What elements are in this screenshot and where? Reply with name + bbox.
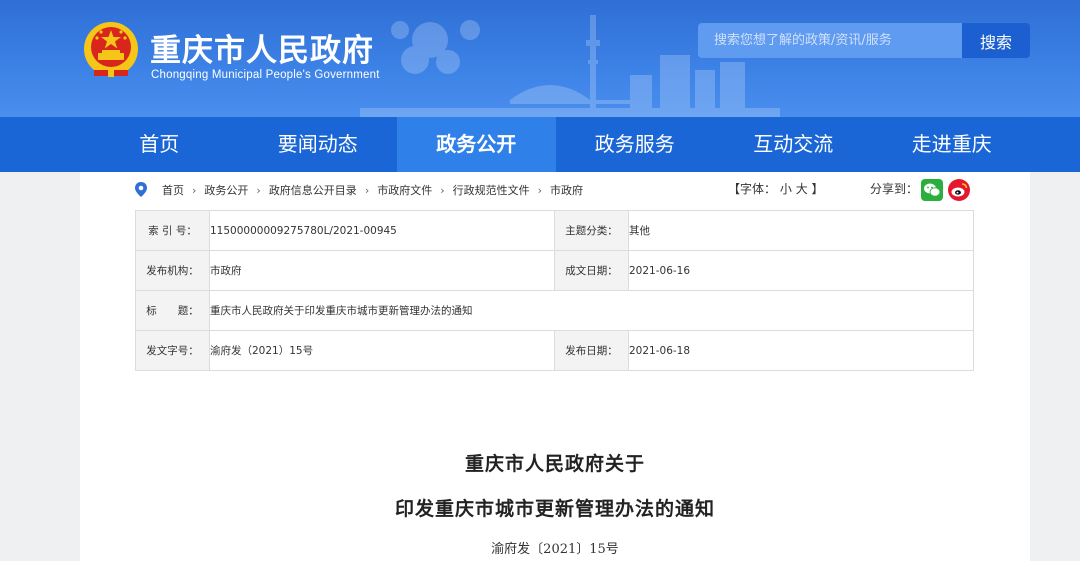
- site-title[interactable]: 重庆市人民政府: [150, 25, 374, 70]
- breadcrumb: 首页 › 政务公开 › 政府信息公开目录 › 市政府文件 › 行政规范性文件 ›…: [134, 182, 583, 198]
- wechat-share-icon[interactable]: [921, 179, 943, 201]
- breadcrumb-info-catalog[interactable]: 政府信息公开目录: [269, 182, 357, 198]
- written-date-label: 成文日期：: [554, 250, 629, 291]
- breadcrumb-gov-info[interactable]: 政务公开: [204, 182, 248, 198]
- document-title-line1: 重庆市人民政府关于: [464, 453, 645, 475]
- breadcrumb-separator-icon: ›: [256, 183, 261, 197]
- nav-item-news[interactable]: 要闻动态: [239, 117, 398, 172]
- main-nav: 首页 要闻动态 政务公开 政务服务 互动交流 走进重庆: [0, 117, 1080, 172]
- weibo-share-icon[interactable]: [948, 179, 970, 201]
- publish-date-value: 2021-06-18: [628, 330, 974, 371]
- doc-number-value: 渝府发（2021）15号: [209, 330, 555, 371]
- table-row: 索 引 号： 11500000009275780L/2021-00945 主题分…: [135, 210, 974, 251]
- font-size-label: 【字体：: [728, 182, 777, 196]
- font-size-large-button[interactable]: 大: [796, 182, 808, 196]
- breadcrumb-separator-icon: ›: [364, 183, 370, 197]
- written-date-value: 2021-06-16: [628, 250, 974, 291]
- site-subtitle: Chongqing Municipal People's Government: [151, 69, 380, 81]
- issuer-value: 市政府: [209, 250, 555, 291]
- title-label: 标 题：: [135, 290, 210, 331]
- location-pin-icon: [135, 182, 147, 197]
- table-row: 发布机构： 市政府 成文日期： 2021-06-16: [135, 250, 974, 291]
- document-title-line2: 印发重庆市城市更新管理办法的通知: [394, 498, 715, 520]
- nav-item-home[interactable]: 首页: [80, 117, 239, 172]
- search-input[interactable]: [698, 23, 962, 58]
- topic-label: 主题分类：: [554, 210, 629, 251]
- topic-value: 其他: [628, 210, 974, 251]
- nav-item-interaction[interactable]: 互动交流: [714, 117, 873, 172]
- table-row: 标 题： 重庆市人民政府关于印发重庆市城市更新管理办法的通知: [135, 290, 974, 331]
- font-size-close: 】: [811, 182, 824, 196]
- breadcrumb-municipal-gov[interactable]: 市政府: [550, 182, 583, 198]
- content-panel: 首页 › 政务公开 › 政府信息公开目录 › 市政府文件 › 行政规范性文件 ›…: [80, 172, 1030, 561]
- site-header: 重庆市人民政府 Chongqing Municipal People's Gov…: [0, 0, 1080, 117]
- document-metadata-table: 索 引 号： 11500000009275780L/2021-00945 主题分…: [135, 210, 974, 371]
- nav-item-gov-services[interactable]: 政务服务: [556, 117, 715, 172]
- national-emblem-icon: [84, 22, 138, 77]
- search-button[interactable]: 搜索: [962, 23, 1030, 58]
- table-row: 发文字号： 渝府发（2021）15号 发布日期： 2021-06-18: [135, 330, 974, 371]
- breadcrumb-separator-icon: ›: [440, 183, 445, 197]
- font-size-control: 【字体： 小 大 】: [728, 180, 824, 197]
- font-size-small-button[interactable]: 小: [780, 182, 792, 196]
- nav-item-about-chongqing[interactable]: 走进重庆: [873, 117, 1032, 172]
- breadcrumb-separator-icon: ›: [192, 183, 197, 197]
- city-skyline-decoration: [360, 15, 780, 117]
- publish-date-label: 发布日期：: [554, 330, 629, 371]
- document-number: 渝府发〔2021〕15号: [491, 542, 619, 557]
- issuer-label: 发布机构：: [135, 250, 210, 291]
- index-number-value: 11500000009275780L/2021-00945: [209, 210, 555, 251]
- breadcrumb-home[interactable]: 首页: [162, 182, 184, 198]
- breadcrumb-normative-docs[interactable]: 行政规范性文件: [453, 182, 530, 198]
- title-value: 重庆市人民政府关于印发重庆市城市更新管理办法的通知: [209, 290, 974, 331]
- nav-item-gov-info[interactable]: 政务公开: [397, 117, 556, 172]
- doc-number-label: 发文字号：: [135, 330, 210, 371]
- share-label: 分享到：: [870, 182, 919, 196]
- breadcrumb-municipal-docs[interactable]: 市政府文件: [377, 182, 432, 198]
- index-number-label: 索 引 号：: [135, 210, 210, 251]
- breadcrumb-separator-icon: ›: [537, 183, 543, 197]
